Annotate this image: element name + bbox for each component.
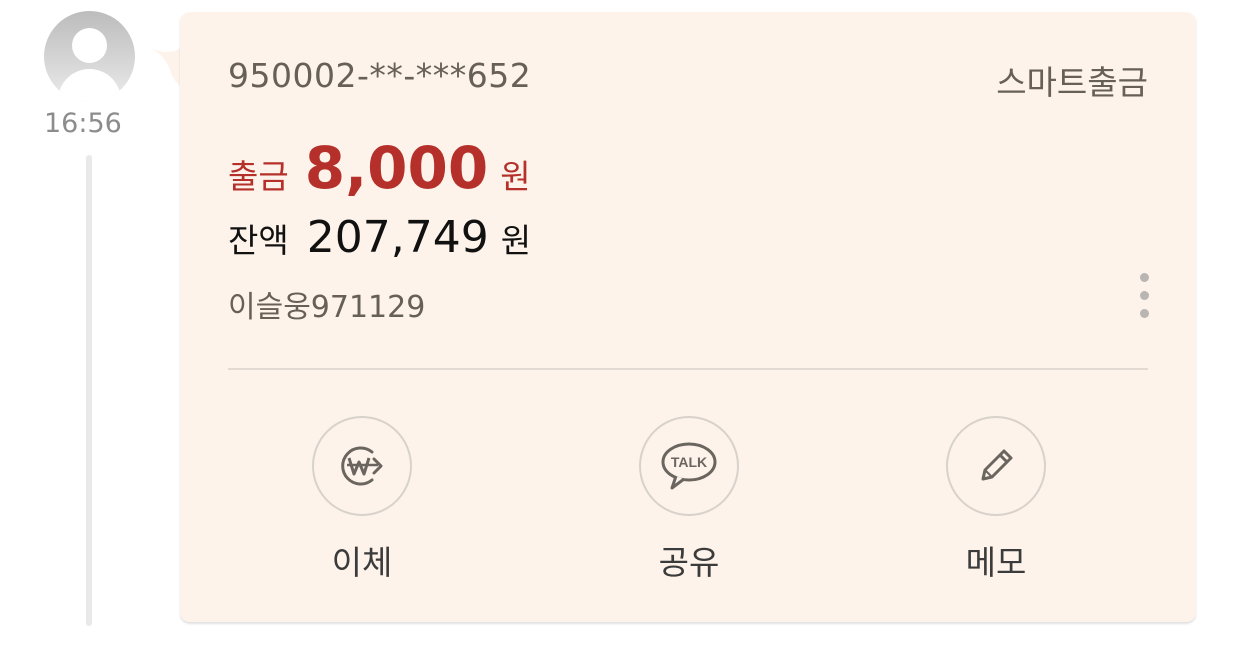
more-options-button[interactable] bbox=[1136, 273, 1152, 323]
share-button[interactable]: TALK 공유 bbox=[609, 416, 769, 584]
withdraw-row: 출금 8,000 원 bbox=[228, 134, 531, 202]
transfer-button[interactable]: 이체 bbox=[282, 416, 442, 584]
avatar[interactable] bbox=[44, 11, 135, 102]
more-dot-icon bbox=[1139, 273, 1149, 282]
talk-bubble-icon: TALK bbox=[661, 442, 717, 490]
avatar-body bbox=[58, 69, 121, 102]
account-number: 950002-**-***652 bbox=[228, 56, 532, 95]
more-dot-icon bbox=[1139, 291, 1149, 300]
balance-amount: 207,749 bbox=[306, 212, 489, 263]
transaction-card[interactable]: 950002-**-***652 스마트출금 출금 8,000 원 잔액 207… bbox=[180, 12, 1196, 622]
transfer-label: 이체 bbox=[331, 543, 393, 582]
share-label: 공유 bbox=[658, 543, 720, 582]
withdraw-amount: 8,000 bbox=[304, 134, 489, 202]
balance-unit: 원 bbox=[500, 221, 532, 260]
transaction-type: 스마트출금 bbox=[996, 63, 1148, 102]
balance-row: 잔액 207,749 원 bbox=[228, 212, 531, 263]
pencil-icon bbox=[981, 449, 1013, 481]
message-time: 16:56 bbox=[44, 108, 122, 139]
talk-icon-text: TALK bbox=[671, 454, 707, 470]
memo-circle[interactable] bbox=[946, 416, 1046, 516]
balance-label: 잔액 bbox=[228, 221, 289, 260]
divider bbox=[228, 368, 1148, 370]
memo-button[interactable]: 메모 bbox=[916, 416, 1076, 584]
withdraw-label: 출금 bbox=[228, 157, 289, 196]
more-dot-icon bbox=[1139, 309, 1149, 318]
memo-label: 메모 bbox=[965, 543, 1027, 582]
withdraw-unit: 원 bbox=[500, 157, 531, 196]
won-transfer-icon bbox=[341, 446, 383, 486]
counterparty-name: 이슬웅971129 bbox=[228, 290, 426, 325]
avatar-head bbox=[72, 28, 107, 63]
share-circle[interactable]: TALK bbox=[639, 416, 739, 516]
timeline-bar bbox=[86, 155, 92, 626]
transfer-circle[interactable] bbox=[312, 416, 412, 516]
